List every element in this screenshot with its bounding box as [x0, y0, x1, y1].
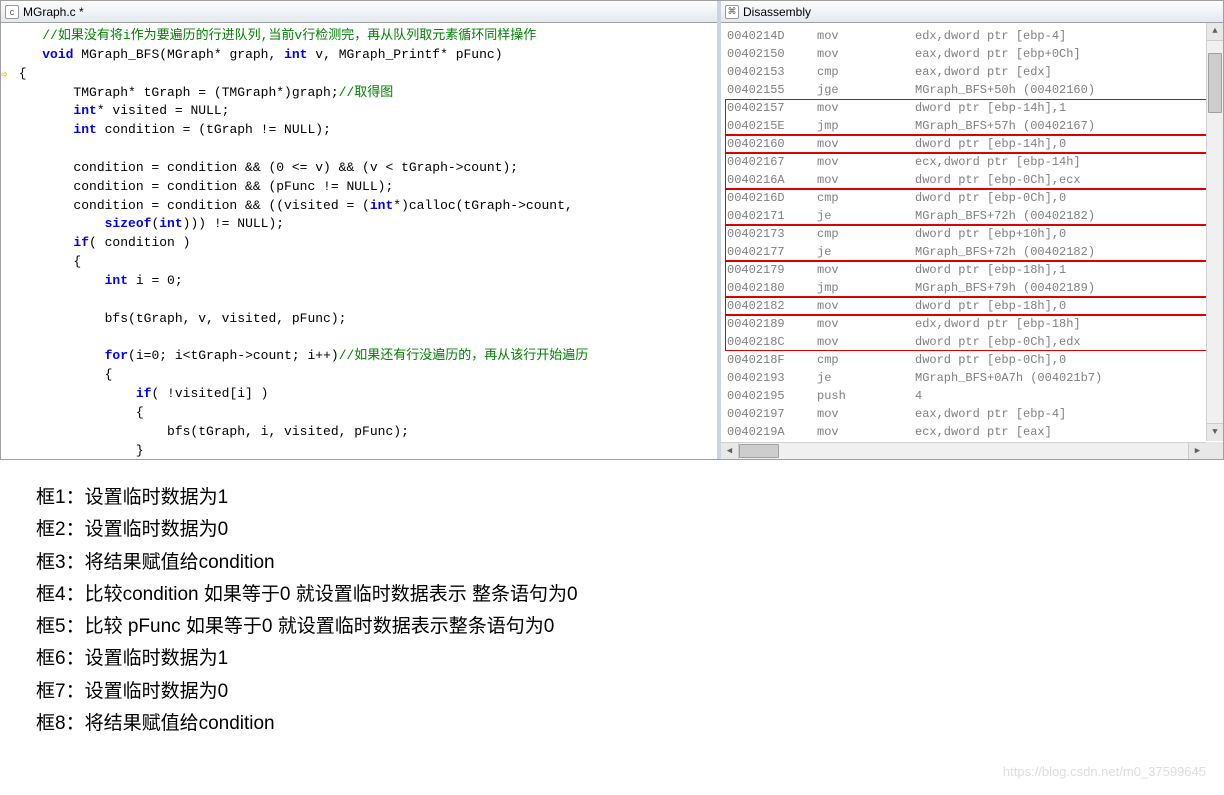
disassembly-listing[interactable]: 0040214Dmovedx,dword ptr [ebp-4]00402150… [721, 23, 1223, 459]
note-line: 框3：将结果赋值给condition [36, 547, 1188, 579]
disasm-row[interactable]: 00402195push4 [727, 387, 1217, 405]
note-line: 框5：比较 pFunc 如果等于0 就设置临时数据表示整条语句为0 [36, 611, 1188, 643]
note-line: 框6：设置临时数据为1 [36, 643, 1188, 675]
disasm-icon: ⌘ [725, 5, 739, 19]
disasm-row[interactable]: 0040216Dcmpdword ptr [ebp-0Ch],0 [727, 189, 1217, 207]
disasm-row[interactable]: 00402155jgeMGraph_BFS+50h (00402160) [727, 81, 1217, 99]
note-line: 框2：设置临时数据为0 [36, 514, 1188, 546]
scroll-thumb-h[interactable] [739, 444, 779, 458]
note-line: 框8：将结果赋值给condition [36, 708, 1188, 740]
note-line: 框1：设置临时数据为1 [36, 482, 1188, 514]
disasm-row[interactable]: 00402189movedx,dword ptr [ebp-18h] [727, 315, 1217, 333]
ide-window: c MGraph.c * //如果没有将i作为要遍历的行进队列,当前v行检测完，… [0, 0, 1224, 460]
source-code[interactable]: //如果没有将i作为要遍历的行进队列,当前v行检测完，再从队列取元素循环同样操作… [1, 23, 717, 459]
disasm-row[interactable]: 00402157movdword ptr [ebp-14h],1 [727, 99, 1217, 117]
disasm-row[interactable]: 0040214Dmovedx,dword ptr [ebp-4] [727, 27, 1217, 45]
disasm-row[interactable]: 00402153cmpeax,dword ptr [edx] [727, 63, 1217, 81]
disasm-row[interactable]: 00402177jeMGraph_BFS+72h (00402182) [727, 243, 1217, 261]
disasm-row[interactable]: 00402180jmpMGraph_BFS+79h (00402189) [727, 279, 1217, 297]
disasm-tab-title[interactable]: Disassembly [743, 5, 811, 19]
scrollbar-horizontal[interactable] [721, 442, 1206, 459]
disasm-row[interactable]: 0040215EjmpMGraph_BFS+57h (00402167) [727, 117, 1217, 135]
annotation-notes: 框1：设置临时数据为1框2：设置临时数据为0框3：将结果赋值给condition… [0, 460, 1224, 762]
disasm-row[interactable]: 00402179movdword ptr [ebp-18h],1 [727, 261, 1217, 279]
note-line: 框7：设置临时数据为0 [36, 676, 1188, 708]
source-tab-bar: c MGraph.c * [1, 1, 717, 23]
watermark: https://blog.csdn.net/m0_37599645 [1003, 764, 1206, 779]
disasm-tab-bar: ⌘ Disassembly [721, 1, 1223, 23]
source-pane: c MGraph.c * //如果没有将i作为要遍历的行进队列,当前v行检测完，… [1, 1, 721, 459]
disasm-row[interactable]: 0040219Amovecx,dword ptr [eax] [727, 423, 1217, 441]
note-line: 框4：比较condition 如果等于0 就设置临时数据表示 整条语句为0 [36, 579, 1188, 611]
disasm-row[interactable]: 00402160movdword ptr [ebp-14h],0 [727, 135, 1217, 153]
source-tab-title[interactable]: MGraph.c * [23, 5, 84, 19]
disasm-row[interactable]: 0040218Cmovdword ptr [ebp-0Ch],edx [727, 333, 1217, 351]
file-icon: c [5, 5, 19, 19]
disasm-row[interactable]: 00402197moveax,dword ptr [ebp-4] [727, 405, 1217, 423]
disasm-row[interactable]: 0040218Fcmpdword ptr [ebp-0Ch],0 [727, 351, 1217, 369]
disasm-row[interactable]: 00402150moveax,dword ptr [ebp+0Ch] [727, 45, 1217, 63]
scroll-thumb-v[interactable] [1208, 53, 1222, 113]
scroll-corner [1206, 442, 1223, 459]
disasm-row[interactable]: 00402171jeMGraph_BFS+72h (00402182) [727, 207, 1217, 225]
disasm-row[interactable]: 00402193jeMGraph_BFS+0A7h (004021b7) [727, 369, 1217, 387]
scrollbar-vertical[interactable] [1206, 23, 1223, 441]
disasm-row[interactable]: 00402167movecx,dword ptr [ebp-14h] [727, 153, 1217, 171]
disasm-pane: ⌘ Disassembly 0040214Dmovedx,dword ptr [… [721, 1, 1223, 459]
disasm-row[interactable]: 00402182movdword ptr [ebp-18h],0 [727, 297, 1217, 315]
disasm-row[interactable]: 00402173cmpdword ptr [ebp+10h],0 [727, 225, 1217, 243]
disasm-row[interactable]: 0040216Amovdword ptr [ebp-0Ch],ecx [727, 171, 1217, 189]
